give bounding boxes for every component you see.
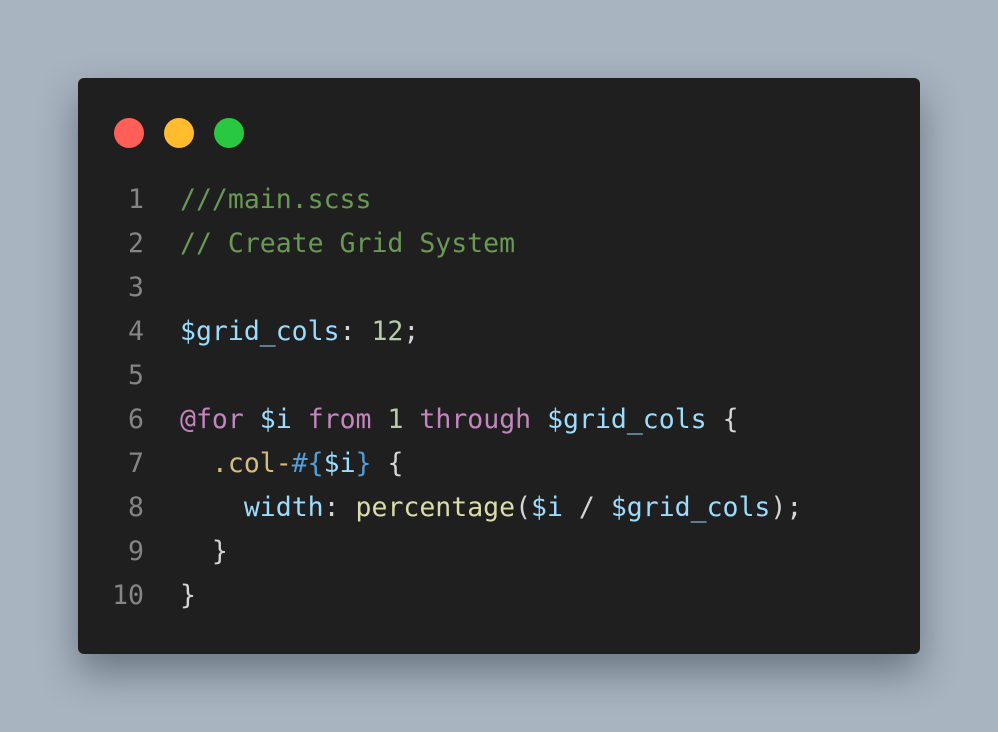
line-number: 2: [128, 228, 144, 259]
code-text: ///main.scss: [180, 178, 371, 222]
code-line: 9 }: [78, 530, 920, 574]
code-block: 1 ///main.scss 2 // Create Grid System 3 4 $gr…: [78, 178, 920, 618]
code-line: 3: [78, 266, 920, 310]
line-number: 7: [128, 448, 144, 479]
code-token: .col-: [180, 448, 292, 479]
code-token: @for: [180, 404, 244, 435]
code-line: 4 $grid_cols: 12;: [78, 310, 920, 354]
line-number: 1: [128, 184, 144, 215]
line-number: 3: [128, 272, 144, 303]
code-token: (: [515, 492, 532, 523]
code-token: {: [706, 404, 739, 435]
code-token: ;: [403, 316, 420, 347]
code-token: $grid_cols: [180, 316, 340, 347]
code-token: width: [243, 492, 324, 523]
code-token: from: [307, 404, 372, 435]
code-token: 12: [371, 316, 404, 347]
code-token: :: [323, 492, 356, 523]
code-line: 7 .col-#{$i} {: [78, 442, 920, 486]
minimize-dot-icon[interactable]: [164, 118, 194, 148]
code-token: percentage: [355, 492, 516, 523]
code-token: );: [770, 492, 803, 523]
code-text: @for $i from 1 through $grid_cols {: [180, 398, 739, 442]
code-token: :: [339, 316, 372, 347]
line-number: 4: [128, 316, 144, 347]
code-token: #{: [291, 448, 324, 479]
code-text: }: [180, 574, 196, 618]
code-window: 1 ///main.scss 2 // Create Grid System 3 4 $gr…: [78, 78, 920, 654]
code-line: 1 ///main.scss: [78, 178, 920, 222]
code-token: through: [419, 404, 532, 435]
code-text: .col-#{$i} {: [180, 442, 404, 486]
code-text: }: [180, 530, 228, 574]
code-line: 8 width: percentage($i / $grid_cols);: [78, 486, 920, 530]
code-token: 1: [387, 404, 404, 435]
code-text: // Create Grid System: [180, 222, 515, 266]
line-number: 8: [128, 492, 144, 523]
code-token: $i: [531, 492, 563, 523]
code-token: // Create Grid System: [180, 228, 516, 259]
code-token: }: [180, 580, 196, 611]
window-controls: [114, 118, 264, 148]
code-line: 2 // Create Grid System: [78, 222, 920, 266]
code-token: {: [371, 448, 404, 479]
code-text: $grid_cols: 12;: [180, 310, 419, 354]
code-token: $grid_cols: [547, 404, 707, 435]
code-token: /: [562, 492, 611, 523]
close-dot-icon[interactable]: [114, 118, 144, 148]
line-number: 6: [128, 404, 144, 435]
code-line: 10}: [78, 574, 920, 618]
code-token: $i: [323, 448, 356, 479]
code-text: width: percentage($i / $grid_cols);: [180, 486, 802, 530]
code-token: }: [355, 448, 372, 479]
line-number: 5: [128, 360, 144, 391]
line-number: 10: [112, 580, 144, 611]
code-token: $i: [259, 404, 292, 435]
maximize-dot-icon[interactable]: [214, 118, 244, 148]
code-token: $grid_cols: [610, 492, 771, 523]
code-line: 5: [78, 354, 920, 398]
code-token: }: [180, 536, 228, 567]
code-token: ///main.scss: [180, 184, 372, 215]
code-line: 6 @for $i from 1 through $grid_cols {: [78, 398, 920, 442]
line-number: 9: [128, 536, 144, 567]
